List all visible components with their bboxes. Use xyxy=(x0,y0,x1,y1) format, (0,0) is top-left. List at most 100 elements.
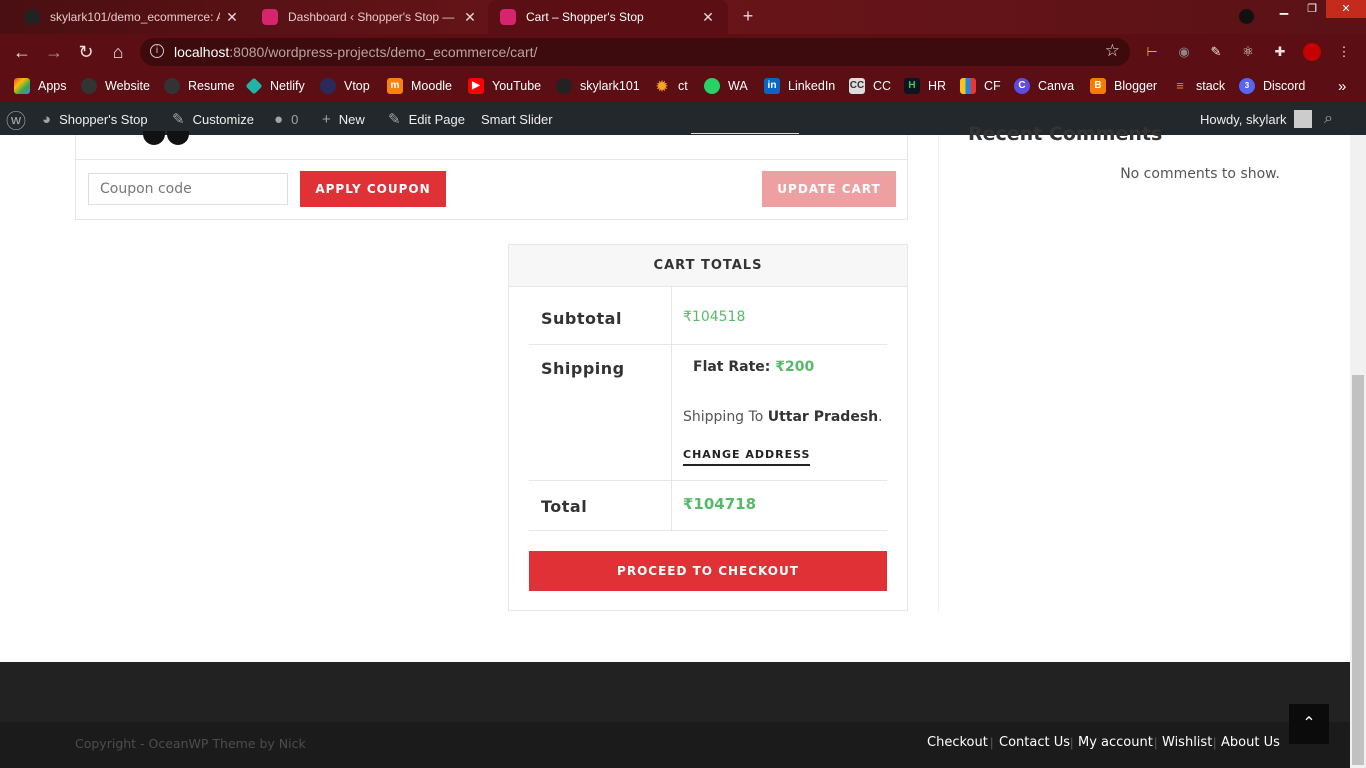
blogger-icon: B xyxy=(1090,78,1106,94)
restore-icon[interactable]: ❐ xyxy=(1298,0,1326,18)
menu-dots-icon[interactable]: ⋮ xyxy=(1335,43,1353,61)
close-icon[interactable]: ✕ xyxy=(700,9,716,26)
woo-icon xyxy=(500,9,516,25)
puzzle-icon[interactable]: ✚ xyxy=(1271,43,1289,61)
close-icon[interactable]: ✕ xyxy=(224,9,240,26)
woo-icon xyxy=(262,9,278,25)
minimize-icon[interactable]: ▁ xyxy=(1270,0,1298,18)
page-scrollbar[interactable] xyxy=(1350,135,1366,768)
quantity-field-edge xyxy=(691,133,799,134)
bookmark-ct[interactable]: ✹ ct xyxy=(654,77,688,95)
forward-icon[interactable]: → xyxy=(42,40,66,64)
extension-icon[interactable]: ⊢ xyxy=(1143,43,1161,61)
tab-search-icon[interactable] xyxy=(1239,9,1254,24)
bookmark-cf[interactable]: CF xyxy=(960,77,1001,95)
bookmark-youtube[interactable]: ▶ YouTube xyxy=(468,77,541,95)
admin-new[interactable]: + New xyxy=(322,110,365,128)
subtotal-label: Subtotal xyxy=(541,309,622,328)
cart-totals-heading: CART TOTALS xyxy=(509,245,907,287)
update-cart-button[interactable]: UPDATE CART xyxy=(762,171,896,207)
recent-comments-heading: Recent Comments xyxy=(968,123,1163,145)
footer-link-checkout[interactable]: Checkout xyxy=(927,735,988,750)
vtop-icon xyxy=(320,78,336,94)
profile-avatar[interactable] xyxy=(1303,43,1321,61)
admin-site-name[interactable]: ◕ Shopper's Stop xyxy=(42,110,148,128)
address-bar[interactable]: i localhost:8080/wordpress-projects/demo… xyxy=(140,38,1130,66)
scrollbar-thumb[interactable] xyxy=(1352,375,1364,765)
cart-actions: Coupon code APPLY COUPON UPDATE CART xyxy=(75,131,908,220)
shipping-label: Shipping xyxy=(541,359,625,378)
bookmark-discord[interactable]: 3 Discord xyxy=(1239,77,1305,95)
proceed-to-checkout-button[interactable]: PROCEED TO CHECKOUT xyxy=(529,551,887,591)
total-value: ₹104718 xyxy=(683,495,757,513)
bookmark-netlify[interactable]: Netlify xyxy=(245,77,305,95)
footer-link-wishlist[interactable]: Wishlist xyxy=(1162,735,1212,750)
more-bookmarks-icon[interactable]: » xyxy=(1338,77,1346,95)
bookmark-blogger[interactable]: B Blogger xyxy=(1090,77,1157,95)
bookmark-apps[interactable]: Apps xyxy=(14,77,67,95)
bookmark-website[interactable]: Website xyxy=(81,77,150,95)
url-text[interactable]: localhost:8080/wordpress-projects/demo_e… xyxy=(174,44,537,60)
shipping-destination: Shipping To Uttar Pradesh. xyxy=(683,409,883,425)
cart-totals: CART TOTALS Subtotal ₹104518 Shipping Fl… xyxy=(508,244,908,611)
total-label: Total xyxy=(541,497,588,516)
total-row: Total ₹104718 xyxy=(529,481,887,531)
admin-howdy[interactable]: Howdy, skylark xyxy=(1200,110,1313,128)
gear-icon: ✹ xyxy=(656,78,668,94)
admin-smart-slider[interactable]: Smart Slider xyxy=(481,110,553,128)
moodle-icon: m xyxy=(387,78,403,94)
github-icon xyxy=(24,9,40,25)
bookmark-cc[interactable]: CC CC xyxy=(849,77,891,95)
github-icon xyxy=(556,78,572,94)
shipping-method: Flat Rate: ₹200 xyxy=(693,359,815,375)
scroll-to-top-icon[interactable]: ⌃ xyxy=(1289,704,1329,744)
change-address-link[interactable]: CHANGE ADDRESS xyxy=(683,448,811,466)
bookmark-moodle[interactable]: m Moodle xyxy=(387,77,452,95)
bookmark-skylark101[interactable]: skylark101 xyxy=(556,77,640,95)
bookmark-vtop[interactable]: Vtop xyxy=(320,77,370,95)
admin-customize[interactable]: ✎ Customize xyxy=(172,110,254,128)
admin-edit-page[interactable]: ✎ Edit Page xyxy=(388,110,465,128)
bookmark-canva[interactable]: C Canva xyxy=(1014,77,1074,95)
product-thumbnail[interactable] xyxy=(143,131,191,145)
admin-search-icon[interactable]: ⌕ xyxy=(1324,110,1333,128)
plus-icon: + xyxy=(322,110,331,128)
admin-comments[interactable]: ● 0 xyxy=(274,110,298,128)
reload-icon[interactable]: ↻ xyxy=(74,40,98,64)
copyright-text: Copyright - OceanWP Theme by Nick xyxy=(75,736,306,751)
close-icon[interactable]: ✕ xyxy=(462,9,478,26)
subtotal-row: Subtotal ₹104518 xyxy=(529,287,887,345)
tab-dashboard[interactable]: Dashboard ‹ Shopper's Stop — W ✕ xyxy=(250,0,490,34)
bookmark-hr[interactable]: H HR xyxy=(904,77,946,95)
info-icon[interactable]: i xyxy=(150,44,164,58)
linkedin-icon: in xyxy=(764,78,780,94)
stackoverflow-icon: ≡ xyxy=(1176,78,1184,93)
wordpress-logo-icon[interactable]: ⓦ xyxy=(6,110,34,133)
back-icon[interactable]: ← xyxy=(10,40,34,64)
footer-link-contact[interactable]: Contact Us xyxy=(999,735,1070,750)
cart-divider xyxy=(76,159,907,160)
footer-link-about[interactable]: About Us xyxy=(1221,735,1280,750)
browser-tab-bar: skylark101/demo_ecommerce: A ✕ Dashboard… xyxy=(0,0,1366,34)
record-icon[interactable]: ◉ xyxy=(1175,43,1193,61)
apply-coupon-button[interactable]: APPLY COUPON xyxy=(300,171,446,207)
tab-github[interactable]: skylark101/demo_ecommerce: A ✕ xyxy=(12,0,252,34)
new-tab-icon[interactable]: + xyxy=(738,6,758,26)
react-icon[interactable]: ⚛ xyxy=(1239,43,1257,61)
home-icon[interactable]: ⌂ xyxy=(106,40,130,64)
coupon-code-input[interactable]: Coupon code xyxy=(88,173,288,205)
shipping-cost: ₹200 xyxy=(775,359,815,375)
bookmark-wa[interactable]: WA xyxy=(704,77,748,95)
window-close-icon[interactable]: ✕ xyxy=(1326,0,1366,18)
footer-widgets xyxy=(0,662,1350,722)
whatsapp-icon xyxy=(704,78,720,94)
pen-extension-icon[interactable]: ✎ xyxy=(1207,43,1225,61)
bookmark-stack[interactable]: ≡ stack xyxy=(1172,77,1225,95)
tab-cart[interactable]: Cart – Shopper's Stop ✕ xyxy=(488,0,728,34)
bookmark-star-icon[interactable]: ☆ xyxy=(1105,41,1120,61)
bookmark-linkedin[interactable]: in LinkedIn xyxy=(764,77,835,95)
dashboard-icon: ◕ xyxy=(42,110,52,128)
apps-grid-icon xyxy=(14,78,30,94)
footer-link-account[interactable]: My account xyxy=(1078,735,1153,750)
bookmark-resume[interactable]: Resume xyxy=(164,77,235,95)
